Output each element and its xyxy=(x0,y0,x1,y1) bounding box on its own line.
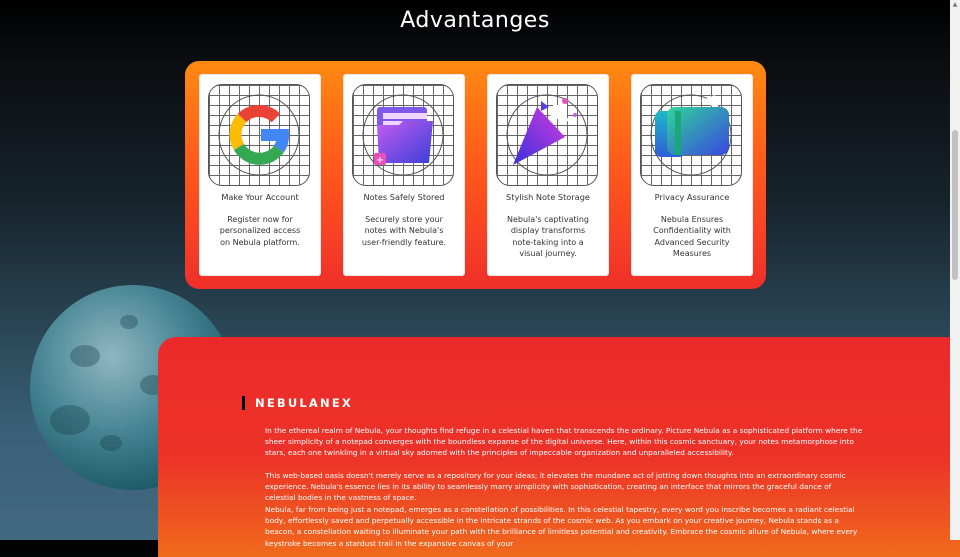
page-title: Advantanges xyxy=(400,8,550,33)
google-g-icon xyxy=(208,84,310,186)
card-title: Notes Safely Stored xyxy=(363,192,445,202)
card-description: Nebula's captivating display transforms … xyxy=(507,215,589,258)
brand-heading: NEBULANEX xyxy=(242,396,353,410)
card-privacy[interactable]: Privacy Assurance Nebula Ensures Confide… xyxy=(631,74,753,276)
folder-icon: + xyxy=(352,84,454,186)
vertical-scrollbar[interactable]: ▲ xyxy=(950,0,960,540)
wallet-icon xyxy=(640,84,742,186)
advantages-panel: Make Your Account Register now for perso… xyxy=(185,61,766,289)
card-description: Register now for personalized access on … xyxy=(219,215,301,247)
card-description: Securely store your notes with Nebula's … xyxy=(361,215,447,247)
card-title: Privacy Assurance xyxy=(654,192,730,202)
about-section: NEBULANEX In the ethereal realm of Nebul… xyxy=(158,337,960,557)
card-title: Make Your Account xyxy=(221,192,299,202)
about-paragraph: Nebula, far from being just a notepad, e… xyxy=(265,505,858,548)
scroll-thumb[interactable] xyxy=(952,130,958,280)
scroll-up-arrow-icon[interactable]: ▲ xyxy=(950,0,960,10)
party-popper-icon xyxy=(496,84,598,186)
card-stylish-storage[interactable]: Stylish Note Storage Nebula's captivatin… xyxy=(487,74,609,276)
card-notes-stored[interactable]: + Notes Safely Stored Securely store you… xyxy=(343,74,465,276)
about-paragraph: This web-based oasis doesn't merely serv… xyxy=(265,471,846,503)
card-description: Nebula Ensures Confidentiality with Adva… xyxy=(653,215,731,258)
about-paragraph: In the ethereal realm of Nebula, your th… xyxy=(265,426,863,458)
card-make-account[interactable]: Make Your Account Register now for perso… xyxy=(199,74,321,276)
card-title: Stylish Note Storage xyxy=(506,192,590,202)
svg-text:+: + xyxy=(376,155,384,166)
